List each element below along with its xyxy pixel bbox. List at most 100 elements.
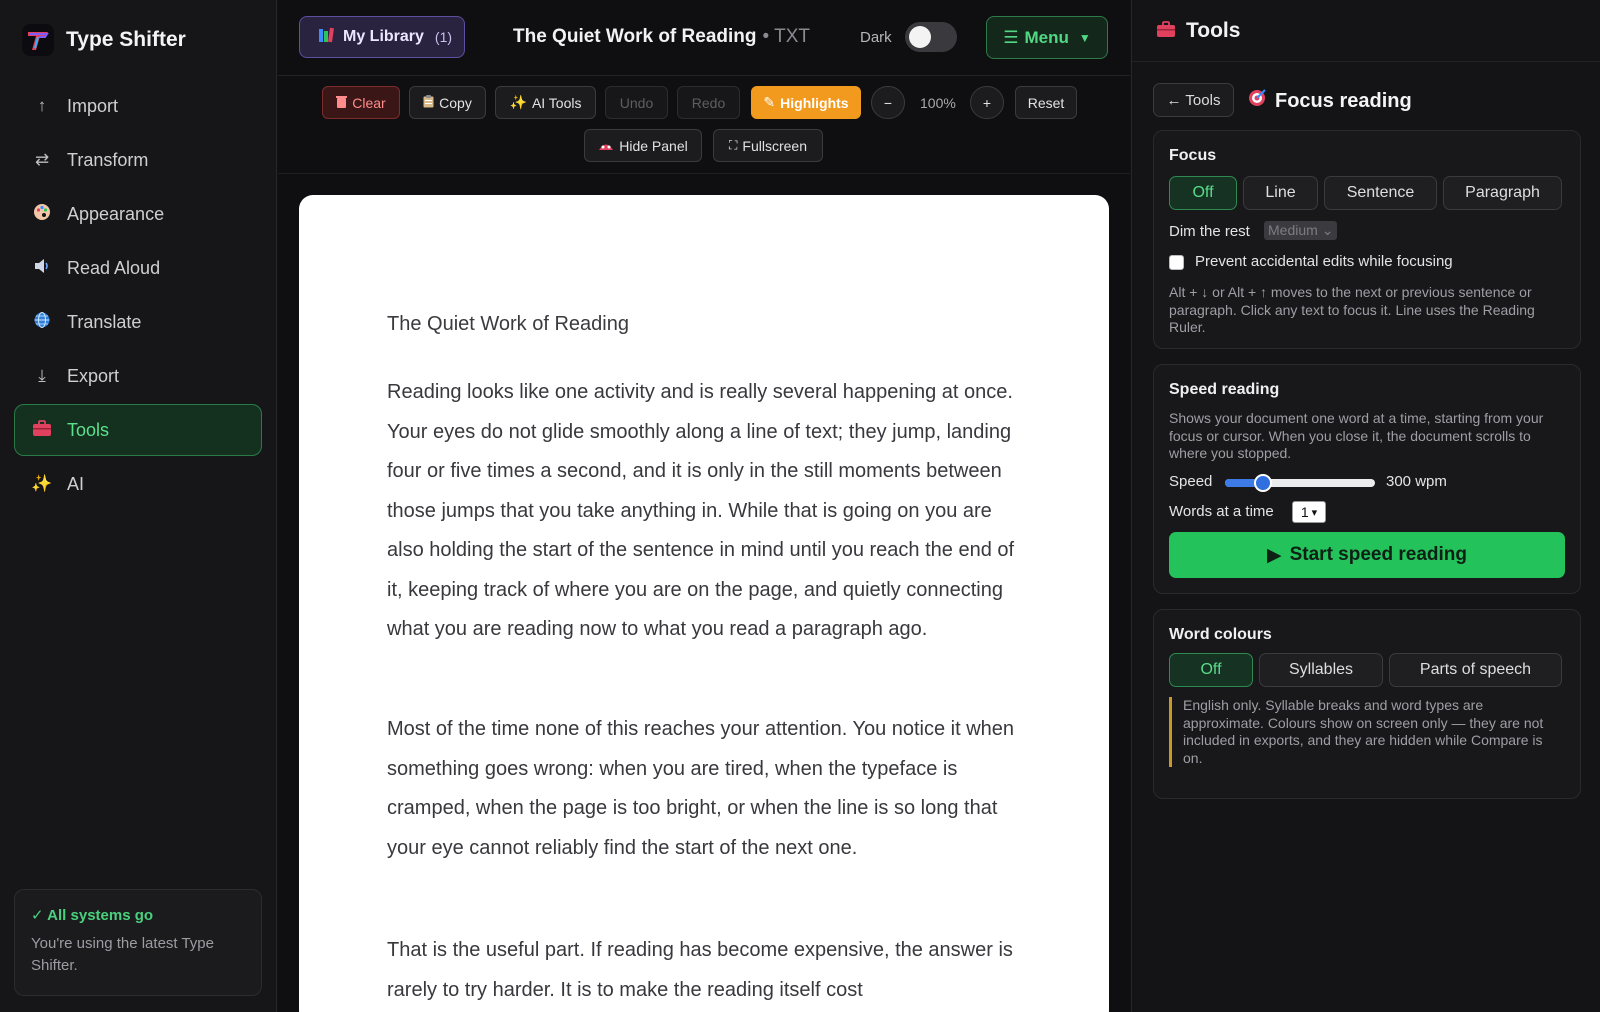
hide-panel-icon	[598, 138, 614, 154]
words-at-a-time-value: 1	[1300, 504, 1309, 520]
zoom-in-button[interactable]: +	[970, 86, 1004, 119]
speed-slider-handle[interactable]	[1253, 474, 1272, 492]
my-library-button[interactable]: My Library (1)	[299, 16, 465, 58]
back-label: ← Tools	[1166, 91, 1221, 109]
undo-label: Undo	[619, 94, 654, 111]
toolbox-icon	[31, 419, 53, 442]
sidebar-item-tools[interactable]: Tools	[14, 404, 262, 456]
brand[interactable]: Type Shifter	[22, 24, 186, 56]
sparkles-icon: ✨	[31, 474, 53, 493]
editor-toolbar: Clear Copy ✨ AI Tools Undo Redo ✎ Highli…	[278, 76, 1130, 174]
menu-button[interactable]: ☰ Menu ▼	[986, 16, 1108, 59]
panel-title: Tools	[1186, 18, 1241, 42]
sidebar-item-label: Tools	[67, 419, 110, 440]
segment-label: Off	[1200, 661, 1222, 678]
ai-tools-button[interactable]: ✨ AI Tools	[495, 86, 596, 119]
globe-icon	[31, 311, 53, 334]
zoom-out-label: −	[883, 94, 893, 111]
word-colours-card: Word colours Off Syllables Parts of spee…	[1153, 609, 1581, 799]
sidebar-item-label: AI	[67, 473, 85, 494]
speaker-icon	[31, 257, 53, 280]
tools-panel: Tools ← Tools Focus reading Focus Off Li…	[1131, 0, 1600, 1012]
focus-card: Focus Off Line Sentence Paragraph Dim th…	[1153, 130, 1581, 349]
dim-rest-value: Medium	[1268, 222, 1318, 238]
focus-title: Focus	[1169, 147, 1217, 164]
speed-slider[interactable]	[1225, 474, 1375, 492]
type-shifter-logo-icon	[22, 24, 54, 56]
trash-icon	[336, 95, 348, 111]
fullscreen-icon: ⛶	[729, 138, 738, 152]
colours-option-parts-of-speech[interactable]: Parts of speech	[1389, 653, 1562, 687]
reset-label: Reset	[1027, 94, 1065, 111]
dim-rest-select[interactable]: Medium ⌄	[1264, 221, 1338, 240]
segment-label: Line	[1265, 184, 1296, 201]
sidebar-item-appearance[interactable]: Appearance	[14, 188, 262, 240]
sidebar-item-read-aloud[interactable]: Read Aloud	[14, 242, 262, 294]
copy-label: Copy	[439, 94, 472, 111]
sidebar-item-ai[interactable]: ✨ AI	[14, 458, 262, 510]
focus-option-off[interactable]: Off	[1169, 176, 1237, 210]
focus-option-sentence[interactable]: Sentence	[1324, 176, 1437, 210]
speed-reading-description: Shows your document one word at a time, …	[1169, 410, 1544, 461]
focus-option-line[interactable]: Line	[1243, 176, 1318, 210]
document-title-text: The Quiet Work of Reading	[513, 26, 757, 47]
hide-panel-button[interactable]: Hide Panel	[584, 129, 702, 162]
palette-icon	[31, 203, 53, 226]
undo-button[interactable]: Undo	[605, 86, 668, 119]
colours-option-syllables[interactable]: Syllables	[1259, 653, 1383, 687]
words-at-a-time-select[interactable]: 1 ▾	[1292, 501, 1326, 523]
speed-value: 300 wpm	[1386, 473, 1447, 490]
dark-mode-toggle[interactable]	[905, 22, 957, 52]
hamburger-icon: ☰	[1003, 27, 1019, 47]
caret-down-icon: ▼	[1078, 30, 1091, 45]
fullscreen-button[interactable]: ⛶ Fullscreen	[713, 129, 823, 162]
sidebar-item-transform[interactable]: ⇄ Transform	[14, 134, 262, 186]
status-text: You're using the latest Type Shifter.	[31, 935, 214, 974]
zoom-out-button[interactable]: −	[871, 86, 905, 119]
ai-tools-label: AI Tools	[531, 94, 582, 111]
word-colours-note: English only. Syllable breaks and word t…	[1169, 697, 1565, 767]
target-icon	[1247, 88, 1267, 114]
focus-reading-title: Focus reading	[1275, 89, 1412, 112]
download-arrow-icon: ⤓	[38, 366, 46, 385]
back-to-tools-button[interactable]: ← Tools	[1153, 83, 1234, 117]
document-page[interactable]: The Quiet Work of Reading Reading looks …	[299, 195, 1109, 1012]
redo-button[interactable]: Redo	[677, 86, 740, 119]
document-paragraph[interactable]: Reading looks like one activity and is r…	[387, 373, 1027, 650]
document-heading[interactable]: The Quiet Work of Reading	[387, 313, 629, 336]
document-paragraph[interactable]: Most of the time none of this reaches yo…	[387, 710, 1027, 868]
segment-label: Paragraph	[1465, 184, 1540, 201]
chevron-down-icon: ▾	[1311, 506, 1318, 519]
sidebar-item-label: Export	[67, 365, 120, 386]
copy-button[interactable]: Copy	[409, 86, 486, 119]
segment-label: Syllables	[1288, 661, 1354, 678]
prevent-edits-checkbox[interactable]	[1169, 255, 1184, 270]
sparkles-icon: ✨	[509, 94, 527, 110]
zoom-level: 100%	[920, 95, 956, 111]
sidebar-item-export[interactable]: ⤓ Export	[14, 350, 262, 402]
focus-option-paragraph[interactable]: Paragraph	[1443, 176, 1562, 210]
pencil-icon: ✎	[763, 94, 776, 110]
start-speed-reading-button[interactable]: ▶ Start speed reading	[1169, 532, 1565, 578]
prevent-edits-label: Prevent accidental edits while focusing	[1195, 253, 1453, 270]
focus-help-text: Alt + ↓ or Alt + ↑ moves to the next or …	[1169, 284, 1535, 335]
books-icon	[318, 27, 336, 48]
highlights-button[interactable]: ✎ Highlights	[751, 86, 861, 119]
panel-header: Tools	[1132, 0, 1600, 62]
colours-option-off[interactable]: Off	[1169, 653, 1253, 687]
speed-reading-title: Speed reading	[1169, 381, 1280, 398]
hide-panel-label: Hide Panel	[619, 137, 688, 154]
redo-label: Redo	[691, 94, 726, 111]
menu-label: Menu	[1024, 27, 1069, 47]
main-area: My Library (1) The Quiet Work of Reading…	[278, 0, 1130, 1012]
clipboard-icon	[423, 94, 434, 111]
tool-subtitle: Focus reading	[1247, 88, 1412, 114]
sidebar-item-import[interactable]: ↑ Import	[14, 80, 262, 132]
document-paragraph[interactable]: That is the useful part. If reading has …	[387, 931, 1027, 1010]
dark-mode-label: Dark	[860, 29, 892, 46]
clear-button[interactable]: Clear	[322, 86, 400, 119]
status-title: ✓ All systems go	[31, 907, 154, 924]
sidebar-item-translate[interactable]: Translate	[14, 296, 262, 348]
highlights-label: Highlights	[780, 94, 849, 111]
reset-zoom-button[interactable]: Reset	[1015, 86, 1077, 119]
